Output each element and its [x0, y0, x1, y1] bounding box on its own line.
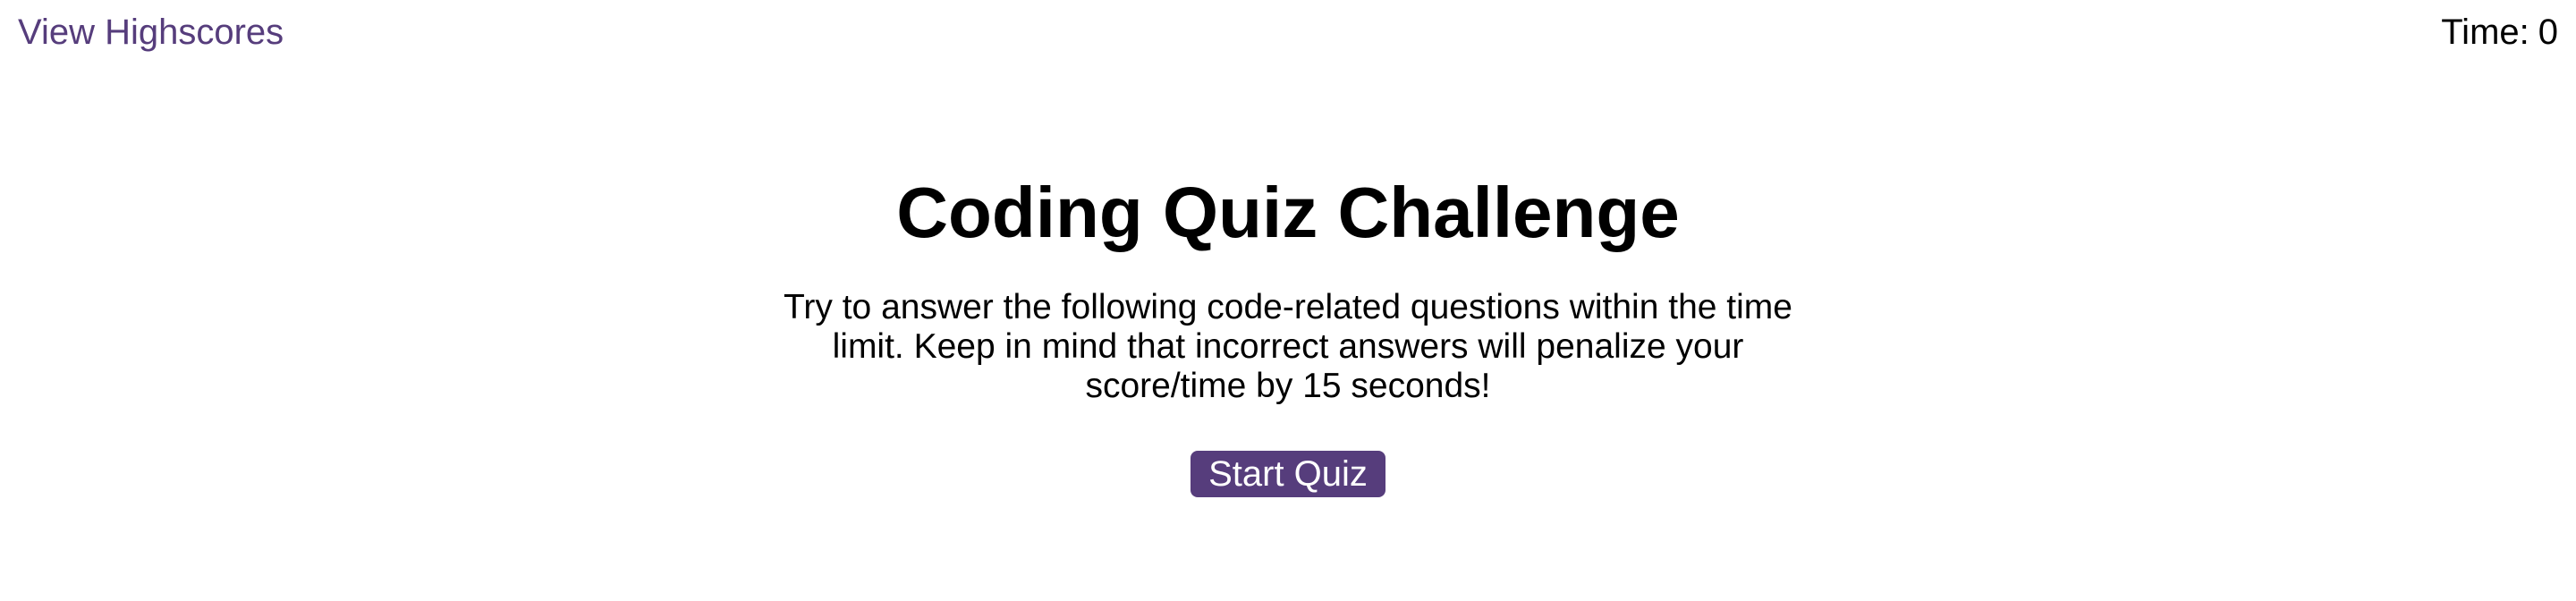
start-screen: Coding Quiz Challenge Try to answer the …: [0, 170, 2576, 497]
timer-value: 0: [2538, 13, 2558, 52]
quiz-instructions: Try to answer the following code-related…: [784, 288, 1792, 405]
page-title: Coding Quiz Challenge: [896, 173, 1680, 252]
start-quiz-button[interactable]: Start Quiz: [1191, 451, 1385, 497]
timer-label: Time:: [2441, 13, 2529, 52]
timer: Time: 0: [2441, 11, 2558, 54]
view-highscores-link[interactable]: View Highscores: [18, 11, 284, 54]
top-bar: View Highscores Time: 0: [0, 0, 2576, 72]
page: View Highscores Time: 0 Coding Quiz Chall…: [0, 0, 2576, 601]
